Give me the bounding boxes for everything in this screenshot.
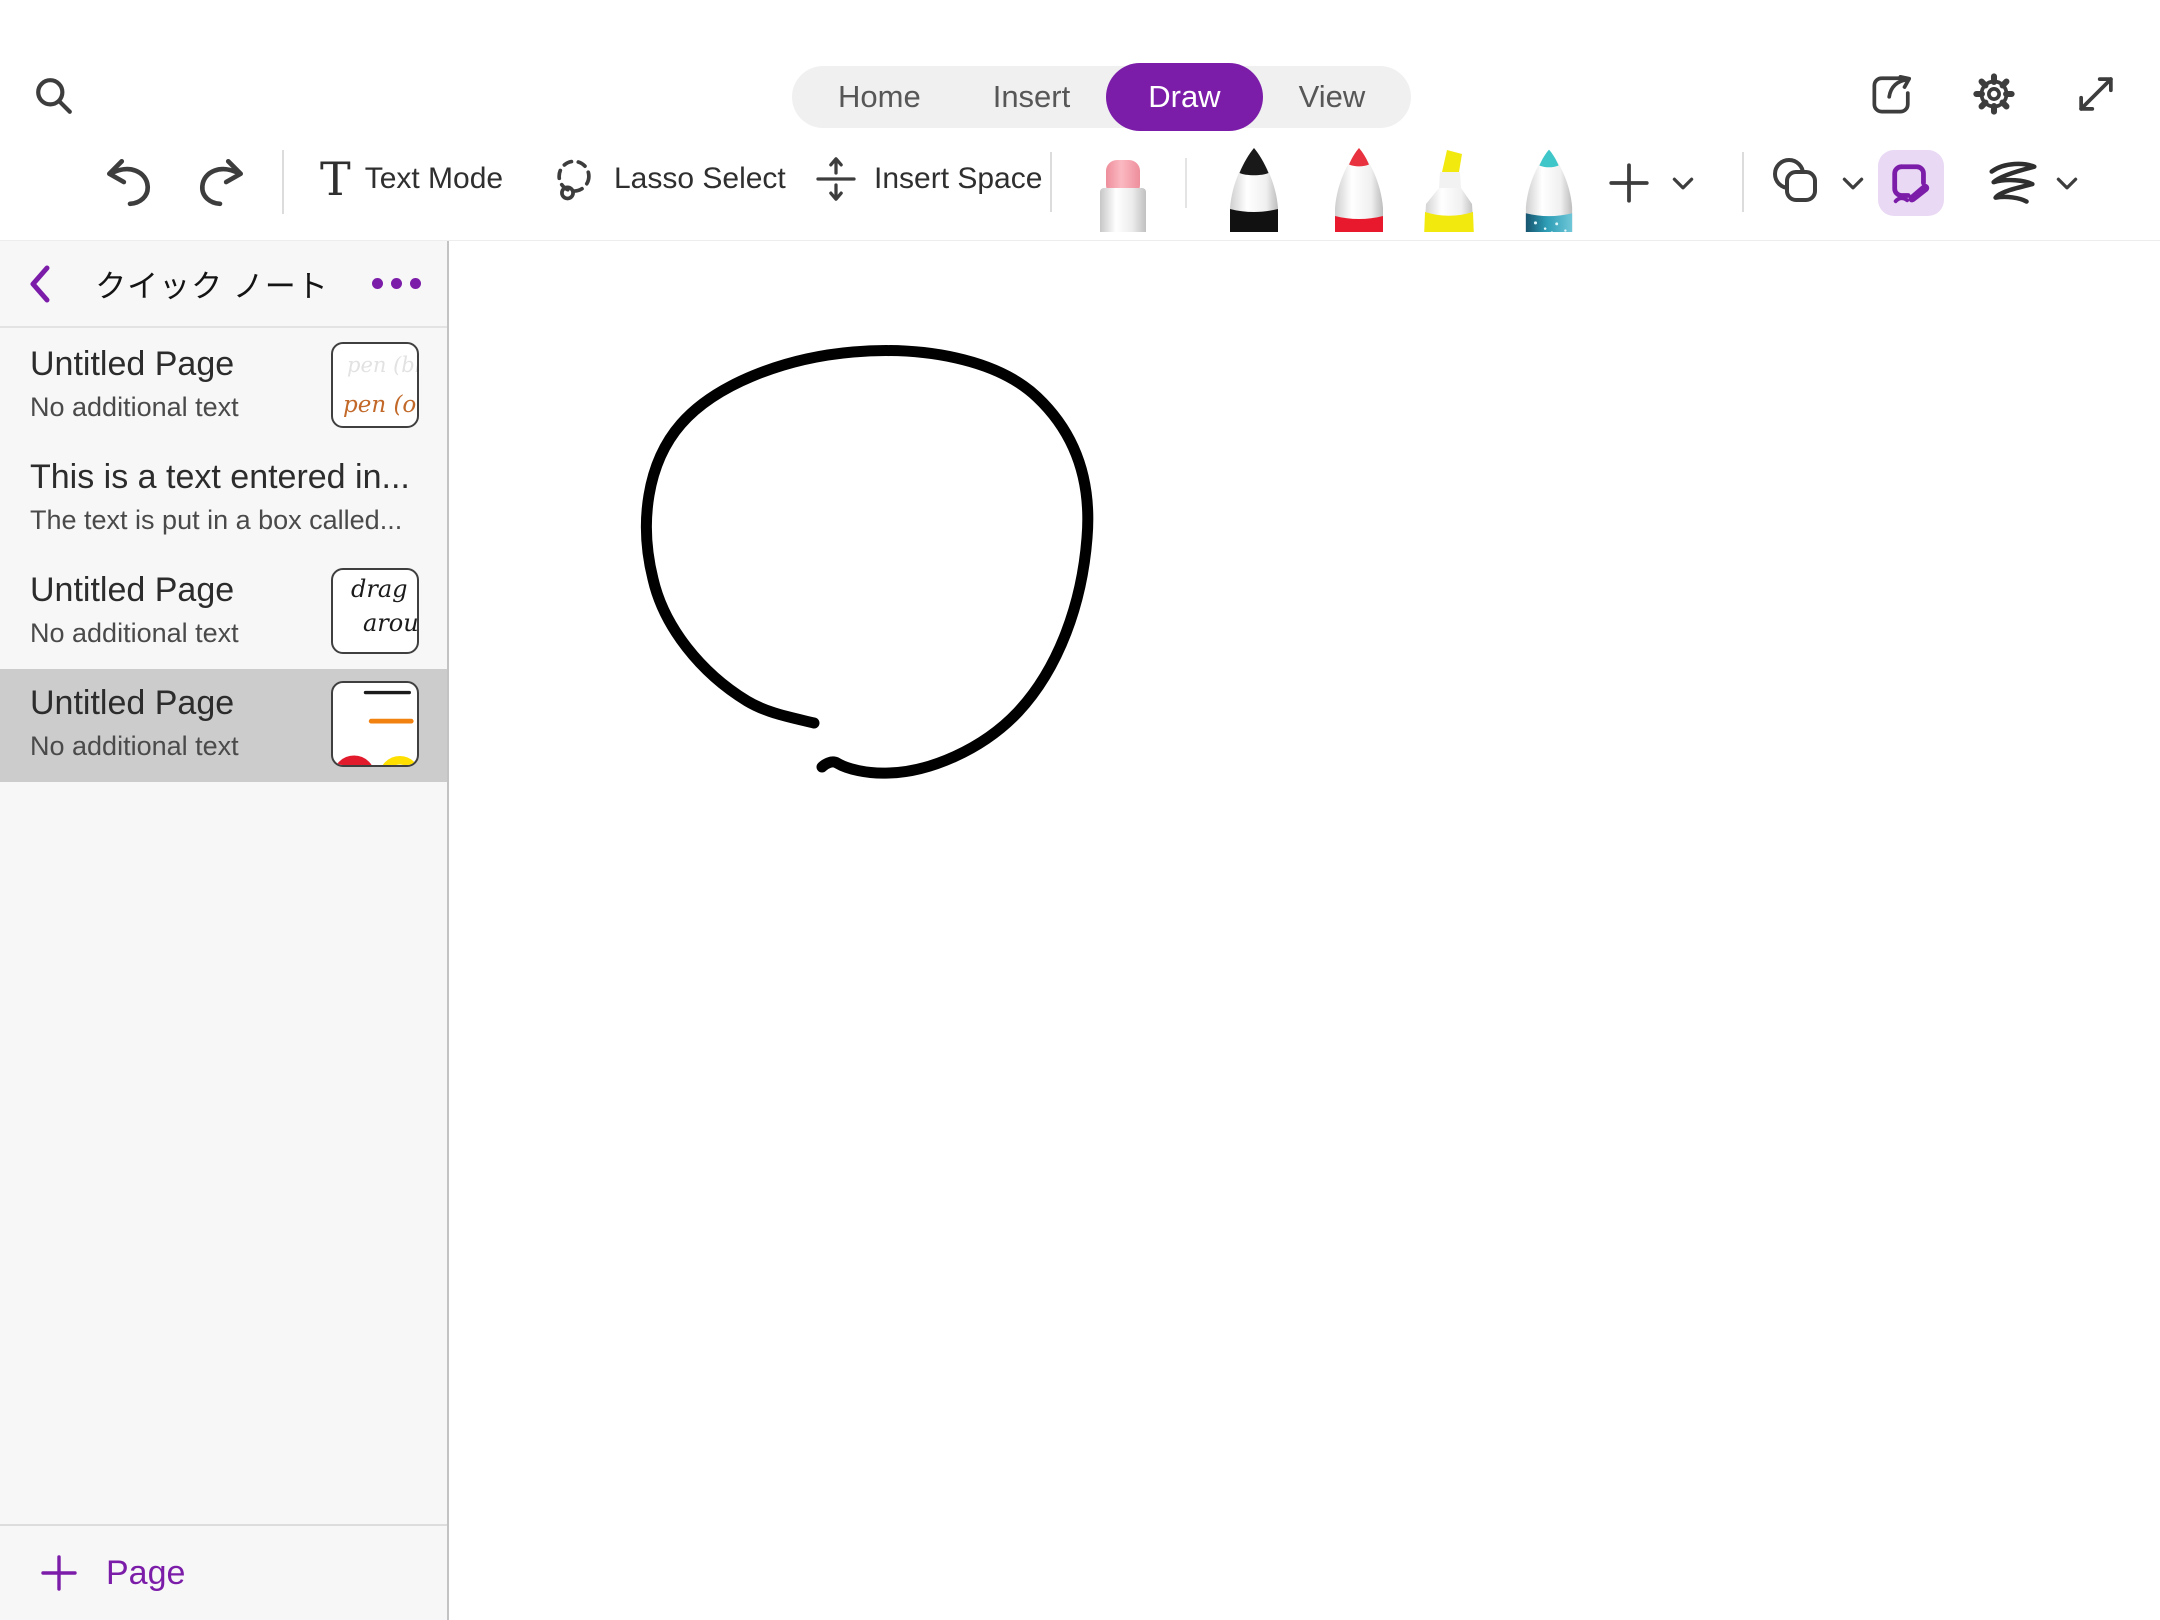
- tab-draw[interactable]: Draw: [1106, 63, 1263, 131]
- page-title: Untitled Page: [30, 571, 235, 609]
- page-list-sidebar: クイック ノート Untitled Page No additional tex…: [0, 241, 449, 1620]
- tab-home[interactable]: Home: [802, 66, 957, 128]
- text-mode-icon: T: [320, 152, 351, 206]
- page-list-item-3[interactable]: Untitled Page No additional text drag ar…: [0, 556, 447, 669]
- search-icon[interactable]: [28, 70, 80, 122]
- page-list-item-2[interactable]: This is a text entered in... The text is…: [0, 443, 447, 556]
- add-page-button[interactable]: Page: [106, 1554, 185, 1593]
- text-mode-button[interactable]: T Text Mode: [320, 144, 503, 214]
- page-thumbnail: drag arou: [331, 568, 419, 654]
- page-list: Untitled Page No additional text pen (bl…: [0, 330, 447, 782]
- add-pen-chevron-down-icon[interactable]: [1672, 176, 1694, 190]
- page-title: This is a text entered in...: [30, 458, 410, 496]
- teal-galaxy-pen-tool[interactable]: [1522, 146, 1576, 232]
- shapes-tool-button[interactable]: [1768, 152, 1828, 212]
- ink-note-tool-button-selected[interactable]: [1878, 150, 1944, 216]
- expand-fullscreen-icon[interactable]: [2070, 68, 2122, 120]
- page-title: Untitled Page: [30, 345, 235, 383]
- page-subtitle: No additional text: [30, 618, 239, 648]
- page-list-item-4-selected[interactable]: Untitled Page No additional text: [0, 669, 447, 782]
- insert-space-button[interactable]: Insert Space: [812, 144, 1042, 214]
- back-chevron-icon[interactable]: [26, 264, 52, 304]
- sidebar-header: クイック ノート: [0, 241, 447, 328]
- page-thumbnail: [331, 681, 419, 767]
- insert-space-icon: [812, 155, 860, 203]
- page-subtitle: No additional text: [30, 392, 239, 422]
- lasso-icon: [548, 153, 600, 205]
- scribble-chevron-down-icon[interactable]: [2056, 176, 2078, 190]
- ink-stroke-circle: [640, 345, 1094, 779]
- settings-gear-icon[interactable]: [1968, 68, 2020, 120]
- text-mode-label: Text Mode: [364, 162, 504, 195]
- page-subtitle: No additional text: [30, 731, 239, 761]
- thumbnail-ink-drawing: [336, 690, 417, 765]
- lasso-select-button[interactable]: Lasso Select: [548, 144, 786, 214]
- shapes-chevron-down-icon[interactable]: [1842, 176, 1864, 190]
- toolbar-divider: [282, 150, 284, 214]
- insert-space-label: Insert Space: [874, 162, 1043, 195]
- page-title: Untitled Page: [30, 684, 235, 722]
- page-subtitle: The text is put in a box called...: [30, 505, 403, 535]
- page-list-item-1[interactable]: Untitled Page No additional text pen (bl…: [0, 330, 447, 443]
- red-pen-tool[interactable]: [1330, 146, 1388, 232]
- note-with-pen-icon: [1892, 164, 1930, 204]
- undo-button[interactable]: [100, 152, 158, 210]
- redo-button[interactable]: [192, 152, 250, 210]
- add-page-plus-icon[interactable]: [40, 1554, 78, 1592]
- toolbar-divider: [1185, 158, 1187, 208]
- draw-toolbar: T Text Mode Lasso Select Insert Space: [0, 130, 2160, 240]
- add-pen-button[interactable]: [1606, 160, 1652, 206]
- yellow-highlighter-tool[interactable]: [1416, 146, 1482, 232]
- tab-view[interactable]: View: [1263, 66, 1402, 128]
- black-pen-tool[interactable]: [1226, 146, 1282, 232]
- notebook-title: クイック ノート: [95, 269, 329, 304]
- page-thumbnail: pen (bl pen (ora: [331, 342, 419, 428]
- scribble-tool-button[interactable]: [1982, 156, 2044, 208]
- drawing-canvas[interactable]: [451, 241, 2160, 1620]
- ribbon-tab-bar: Home Insert Draw View: [792, 63, 1412, 131]
- more-options-icon[interactable]: [372, 278, 421, 289]
- eraser-tool[interactable]: [1095, 156, 1151, 232]
- share-icon[interactable]: [1866, 68, 1918, 120]
- lasso-select-label: Lasso Select: [614, 162, 786, 195]
- toolbar-divider: [1050, 152, 1052, 212]
- toolbar-divider: [1742, 152, 1744, 212]
- tab-insert[interactable]: Insert: [957, 66, 1107, 128]
- add-page-bar: Page: [0, 1524, 447, 1620]
